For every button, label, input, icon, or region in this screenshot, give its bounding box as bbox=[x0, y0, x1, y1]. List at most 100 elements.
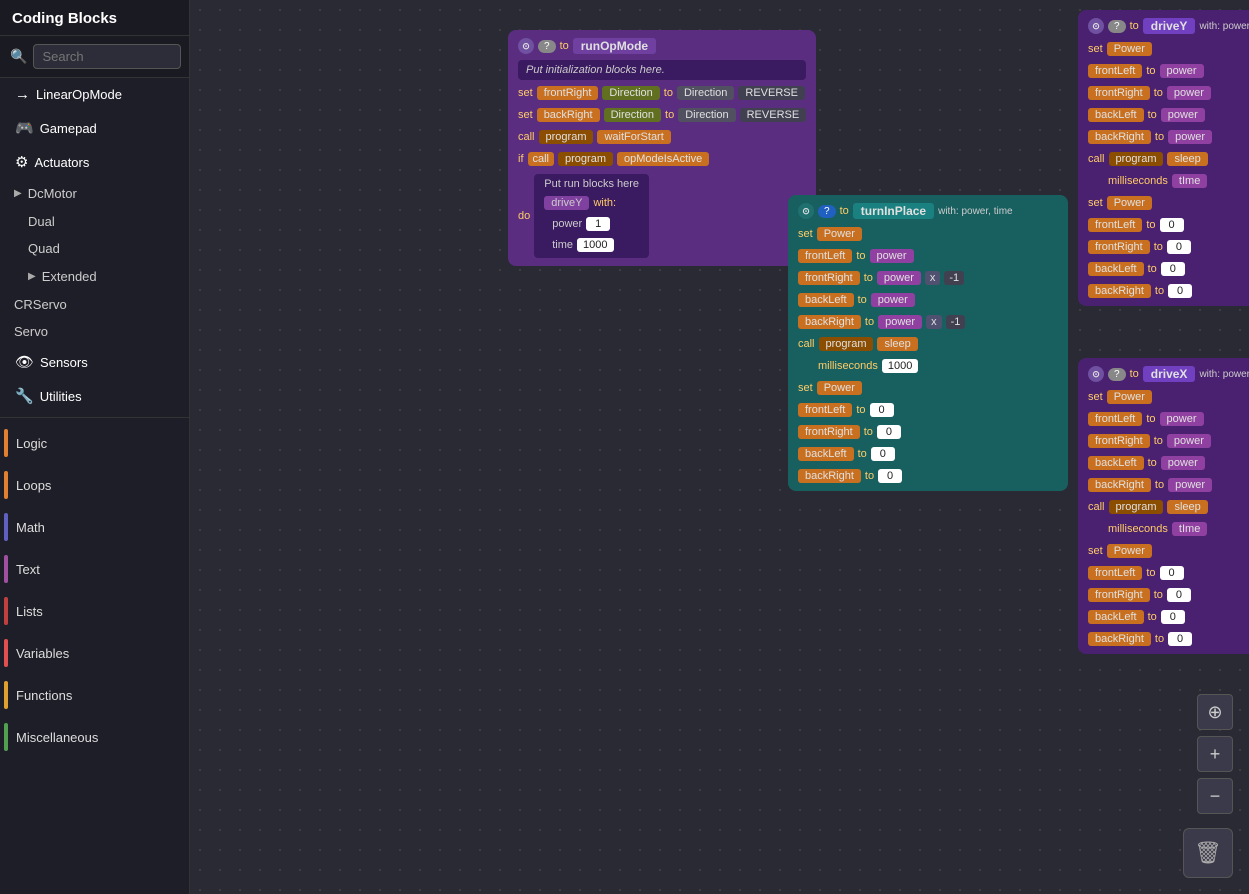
run-op-mode-hat: ⊙ ? to runOpMode bbox=[518, 38, 806, 54]
dx-prog: program bbox=[1109, 500, 1164, 514]
power-row: power 1 bbox=[544, 217, 639, 231]
run-op-mode-title: runOpMode bbox=[573, 38, 656, 54]
dy-br2: backRight bbox=[1088, 284, 1151, 298]
sidebar-item-miscellaneous[interactable]: Miscellaneous bbox=[0, 716, 189, 758]
hat-tag: ? bbox=[538, 40, 556, 53]
dx-br-var: power bbox=[1168, 478, 1212, 492]
misc-color-bar bbox=[4, 723, 8, 751]
drive-x-title: driveX bbox=[1143, 366, 1196, 382]
direction-label1: Direction bbox=[602, 86, 659, 100]
fr-zero: frontRight to 0 bbox=[798, 425, 1058, 439]
caret-icon-ext: ▶ bbox=[28, 271, 36, 282]
dx-fl2: frontLeft bbox=[1088, 566, 1142, 580]
dx-fl-zero[interactable]: 0 bbox=[1160, 566, 1184, 580]
search-input[interactable] bbox=[33, 44, 181, 69]
program-label1: program bbox=[539, 130, 594, 144]
dy-fr-zero[interactable]: 0 bbox=[1167, 240, 1191, 254]
bl-zero-v[interactable]: 0 bbox=[871, 447, 895, 461]
sidebar-item-variables[interactable]: Variables bbox=[0, 632, 189, 674]
set-front-right-row: set frontRight Direction to Direction RE… bbox=[518, 86, 806, 100]
sidebar-item-linear-op-mode[interactable]: → LinearOpMode bbox=[0, 78, 189, 111]
bl-zero-l: backLeft bbox=[798, 447, 854, 461]
wrench-icon: 🔧 bbox=[15, 387, 34, 405]
dy-bl2: backLeft bbox=[1088, 262, 1144, 276]
sidebar-item-utilities[interactable]: 🔧 Utilities bbox=[0, 379, 189, 413]
drive-x-group: ⊙ ? to driveX with: power, time set Powe… bbox=[1078, 358, 1249, 654]
dx-bl-zero[interactable]: 0 bbox=[1161, 610, 1185, 624]
fl-zero-l: frontLeft bbox=[798, 403, 852, 417]
power-var-fl: power bbox=[870, 249, 914, 263]
dx-fr: frontRight bbox=[1088, 434, 1150, 448]
sidebar-item-lists[interactable]: Lists bbox=[0, 590, 189, 632]
program-ti: program bbox=[819, 337, 874, 351]
multiply-op2: x bbox=[926, 315, 942, 329]
power-var-br: power bbox=[878, 315, 922, 329]
dx-fr-var: power bbox=[1167, 434, 1211, 448]
hat-circle-dy: ⊙ bbox=[1088, 18, 1104, 34]
front-right-row: frontRight to power x -1 bbox=[798, 271, 1058, 285]
br-zero: backRight to 0 bbox=[798, 469, 1058, 483]
power-value[interactable]: 1 bbox=[586, 217, 610, 231]
sidebar-item-gamepad[interactable]: 🎮 Gamepad bbox=[0, 111, 189, 145]
dx-sleep: sleep bbox=[1167, 500, 1207, 514]
drive-y-group: ⊙ ? to driveY with: power, time set Powe… bbox=[1078, 10, 1249, 306]
direction-label2: Direction bbox=[604, 108, 661, 122]
if-row: if call program opModeIsActive bbox=[518, 152, 806, 166]
front-left-row: frontLeft to power bbox=[798, 249, 1058, 263]
sidebar-item-math[interactable]: Math bbox=[0, 506, 189, 548]
init-placeholder: Put initialization blocks here. bbox=[518, 60, 806, 80]
zoom-in-button[interactable]: + bbox=[1197, 736, 1233, 772]
fl-zero-v[interactable]: 0 bbox=[870, 403, 894, 417]
gamepad-icon: 🎮 bbox=[15, 119, 34, 137]
dy-sleep: sleep bbox=[1167, 152, 1207, 166]
dx-bl2: backLeft bbox=[1088, 610, 1144, 624]
dx-fr-zero[interactable]: 0 bbox=[1167, 588, 1191, 602]
br-zero-v[interactable]: 0 bbox=[878, 469, 902, 483]
sidebar-item-functions[interactable]: Functions bbox=[0, 674, 189, 716]
dx-fl: frontLeft bbox=[1088, 412, 1142, 426]
variables-color-bar bbox=[4, 639, 8, 667]
canvas-area[interactable]: ⊙ ? to runOpMode Put initialization bloc… bbox=[190, 0, 1249, 894]
dx-br-zero[interactable]: 0 bbox=[1168, 632, 1192, 646]
sidebar-item-servo[interactable]: Servo bbox=[0, 318, 189, 345]
dy-fr2: frontRight bbox=[1088, 240, 1150, 254]
dx-power-zero-label: Power bbox=[1107, 544, 1152, 558]
recenter-button[interactable]: ⊕ bbox=[1197, 694, 1233, 730]
front-left-tl: frontLeft bbox=[798, 249, 852, 263]
sidebar-item-loops[interactable]: Loops bbox=[0, 464, 189, 506]
sidebar-item-actuators[interactable]: ⚙ Actuators bbox=[0, 145, 189, 179]
dy-set-power: set Power bbox=[1088, 42, 1249, 56]
dy-fl-zero[interactable]: 0 bbox=[1160, 218, 1184, 232]
dx-bl-var: power bbox=[1161, 456, 1205, 470]
sidebar-item-text[interactable]: Text bbox=[0, 548, 189, 590]
dx-time-var: tIme bbox=[1172, 522, 1207, 536]
sidebar-item-crservo[interactable]: CRServo bbox=[0, 291, 189, 318]
gear-icon: ⚙ bbox=[15, 153, 28, 171]
ms-value[interactable]: 1000 bbox=[882, 359, 918, 373]
fr-zero-v[interactable]: 0 bbox=[877, 425, 901, 439]
dx-power-label: Power bbox=[1107, 390, 1152, 404]
lists-color-bar bbox=[4, 597, 8, 625]
dy-bl-var: power bbox=[1161, 108, 1205, 122]
time-value[interactable]: 1000 bbox=[577, 238, 613, 252]
sidebar-item-dcmotor[interactable]: ▶ DcMotor bbox=[0, 179, 189, 208]
back-right-label: backRight bbox=[537, 108, 600, 122]
sidebar-item-dual[interactable]: Dual bbox=[0, 208, 189, 235]
sidebar-nav: → LinearOpMode 🎮 Gamepad ⚙ Actuators ▶ D… bbox=[0, 78, 189, 758]
trash-button[interactable]: 🗑 bbox=[1183, 828, 1233, 878]
hat-tag-dx: ? bbox=[1108, 368, 1126, 381]
dy-bl-zero[interactable]: 0 bbox=[1161, 262, 1185, 276]
dy-power-label: Power bbox=[1107, 42, 1152, 56]
run-op-mode-group: ⊙ ? to runOpMode Put initialization bloc… bbox=[508, 30, 816, 266]
bl-zero: backLeft to 0 bbox=[798, 447, 1058, 461]
fl-zero: frontLeft to 0 bbox=[798, 403, 1058, 417]
dy-br-zero[interactable]: 0 bbox=[1168, 284, 1192, 298]
dy-fl2: frontLeft bbox=[1088, 218, 1142, 232]
direction-val-label2: Direction bbox=[678, 108, 735, 122]
sidebar-item-sensors[interactable]: 👁 Sensors bbox=[0, 345, 189, 379]
sidebar-item-quad[interactable]: Quad bbox=[0, 235, 189, 262]
sidebar-item-logic[interactable]: Logic bbox=[0, 422, 189, 464]
text-color-bar bbox=[4, 555, 8, 583]
sidebar-item-extended[interactable]: ▶ Extended bbox=[0, 262, 189, 291]
zoom-out-button[interactable]: − bbox=[1197, 778, 1233, 814]
